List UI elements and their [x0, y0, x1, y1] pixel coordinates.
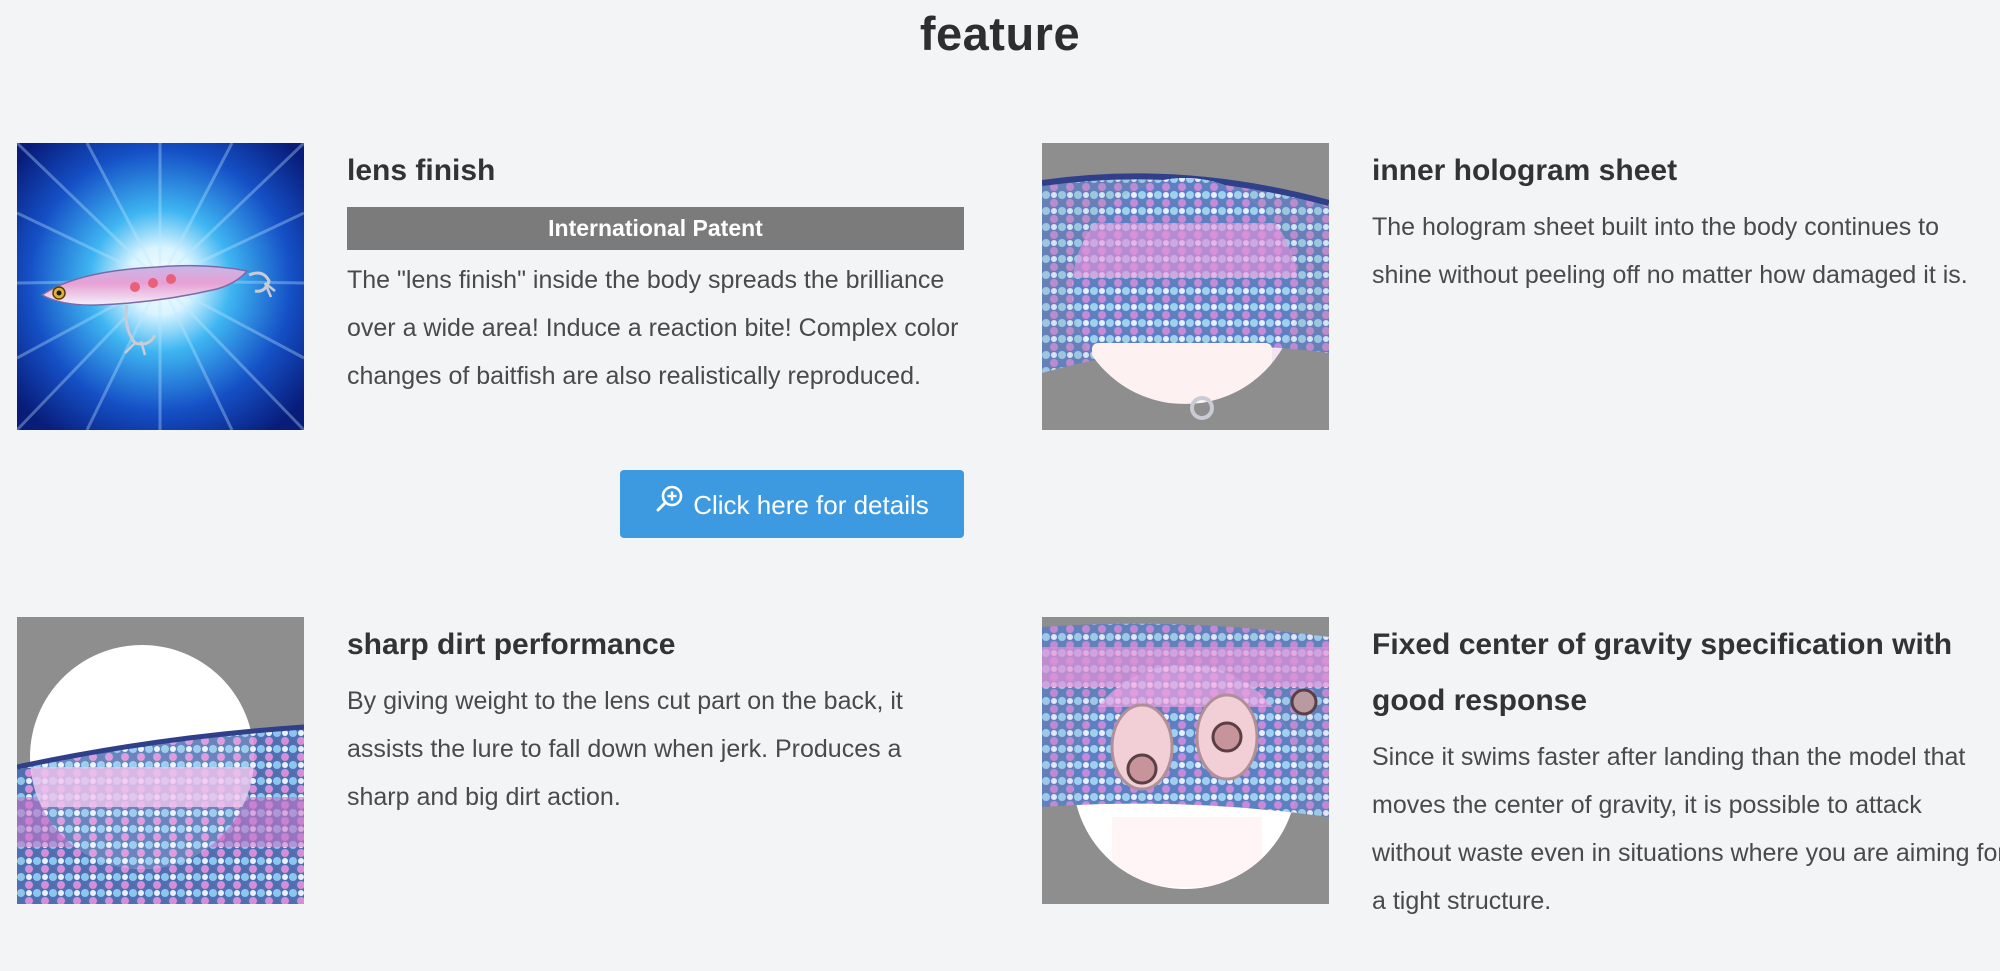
feature-title: sharp dirt performance [347, 628, 676, 661]
lens-finish-image [17, 143, 304, 430]
zoom-in-icon [655, 471, 685, 539]
feature-section: feature lens finish International Patent… [0, 0, 2000, 971]
feature-description: The "lens finish" inside the body spread… [347, 266, 959, 390]
sharp-dirt-image [17, 617, 304, 904]
sharp-dirt-body: sharp dirt performance By giving weight … [347, 617, 967, 821]
lens-finish-body: lens finish International Patent The "le… [347, 143, 967, 400]
feature-title: Fixed center of gravity specification wi… [1372, 628, 1953, 717]
feature-card-lens-finish: lens finish International Patent The "le… [17, 143, 967, 573]
details-button[interactable]: Click here for details [620, 470, 964, 538]
feature-card-sharp-dirt: sharp dirt performance By giving weight … [17, 617, 967, 917]
feature-card-inner-hologram: inner hologram sheet The hologram sheet … [1042, 143, 1992, 443]
feature-card-center-of-gravity: Fixed center of gravity specification wi… [1042, 617, 2000, 971]
details-button-label: Click here for details [693, 490, 929, 520]
inner-hologram-image [1042, 143, 1329, 430]
section-title: feature [919, 7, 1081, 60]
patent-badge: International Patent [347, 207, 964, 250]
feature-description: The hologram sheet built into the body c… [1372, 213, 1968, 289]
feature-title: lens finish [347, 154, 496, 187]
center-of-gravity-body: Fixed center of gravity specification wi… [1372, 617, 2000, 925]
feature-description: Since it swims faster after landing than… [1372, 743, 2000, 915]
inner-hologram-body: inner hologram sheet The hologram sheet … [1372, 143, 1992, 299]
feature-description: By giving weight to the lens cut part on… [347, 687, 903, 811]
center-of-gravity-image [1042, 617, 1329, 904]
feature-title: inner hologram sheet [1372, 154, 1678, 187]
